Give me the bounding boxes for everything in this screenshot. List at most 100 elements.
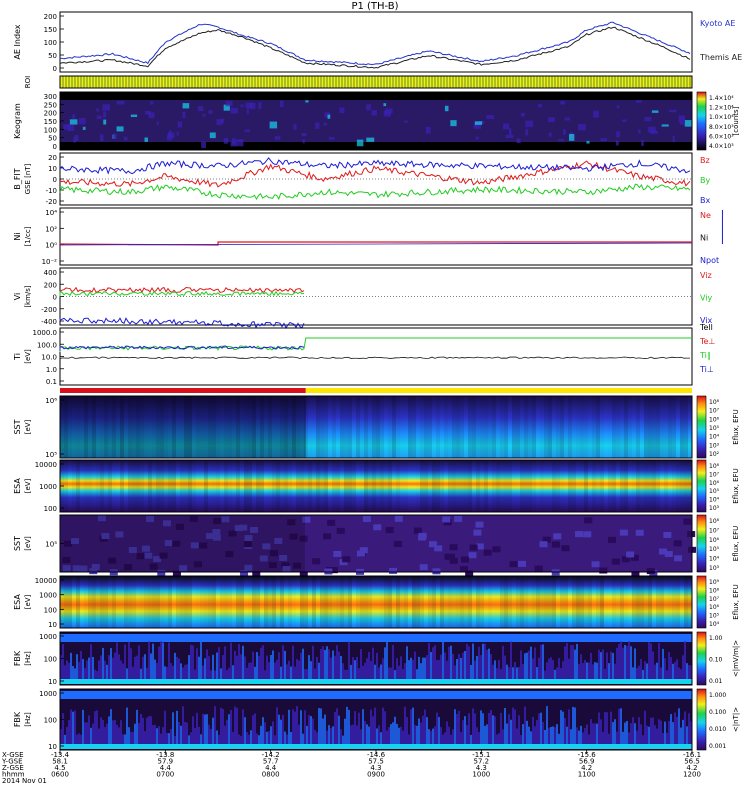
fbk-e-column [630, 646, 632, 681]
sst-i-column [144, 396, 148, 458]
sst-e-yunit: [eV] [24, 536, 32, 551]
themis-overview-plot: P1 (TH-B) AE Index 200 150 100 50 0 Kyoto AE The… [0, 0, 750, 800]
fbk-b-band-low [60, 744, 692, 749]
esa-i-column [228, 460, 232, 512]
fbk-e-column [406, 646, 408, 681]
keogram-ytick-label: 250 [44, 101, 57, 109]
fbk-e-column [574, 649, 576, 681]
fbk-b-column [490, 710, 492, 746]
sst-i-column [364, 396, 368, 458]
fbk-e-column [130, 648, 132, 681]
esa-e-column [580, 576, 584, 628]
sst-i-column [456, 396, 460, 458]
esa-i-column [424, 460, 428, 512]
sst-i-column [664, 396, 668, 458]
sst-e-cell [518, 560, 527, 567]
sst-i-column [136, 396, 140, 458]
fbk-b-column [426, 717, 428, 746]
keogram-cell [69, 119, 78, 125]
sst-i-column [256, 396, 260, 458]
esa-i-column [220, 460, 224, 512]
esa-e-column [416, 576, 420, 628]
sst-i-column [540, 396, 544, 458]
sst-i-column [416, 396, 420, 458]
fbk-b-column [300, 710, 302, 746]
ae-ytick-label: 150 [44, 26, 57, 34]
fbk-e-column [368, 651, 370, 681]
fbk-e-column [166, 666, 168, 681]
sst-i-column [380, 396, 384, 458]
sst-e-ytick-label: 10⁵ [45, 541, 57, 549]
fbk-e-column [444, 652, 446, 681]
fbk-b-column [114, 719, 116, 746]
keogram-cell [371, 110, 377, 116]
esa-i-column [376, 460, 380, 512]
sst-e-cell [454, 515, 463, 522]
esa-e-column [268, 576, 272, 628]
fbk-e-column [380, 664, 382, 681]
fbk-e-column [586, 662, 588, 681]
fbk-e-column [510, 641, 512, 681]
keogram-cell [72, 114, 76, 119]
fbk-b-column [314, 729, 316, 746]
esa-e-column [156, 576, 160, 628]
sst-i-column [124, 396, 128, 458]
esa-e-column [148, 576, 152, 628]
fbk-b-column [120, 720, 122, 746]
fbk-e-column [332, 650, 334, 681]
sst-i-column [668, 396, 672, 458]
fbk-b-column [336, 708, 338, 746]
keogram-cell [366, 137, 375, 142]
fbk-e-column [224, 646, 226, 681]
fbk-e-column [230, 642, 232, 681]
esa-i-ytick-label: 100 [44, 505, 57, 513]
fbk-e-column [460, 657, 462, 681]
esa-i-column [148, 460, 152, 512]
sst-e-cell [673, 540, 682, 547]
sst-i-column [204, 396, 208, 458]
esa-e-column [108, 576, 112, 628]
fbk-b-colorbar-label: <|nT|> [732, 707, 740, 732]
esa-e-column [228, 576, 232, 628]
esa-i-column [448, 460, 452, 512]
esa-e-column [548, 576, 552, 628]
fbk-b-column [468, 713, 470, 746]
esa-e-column [132, 576, 136, 628]
fbk-e-column [186, 664, 188, 681]
v-legend-0: Viz [700, 271, 712, 280]
fbk-e-column [132, 666, 134, 681]
esa-e-column [536, 576, 540, 628]
fbk-e-colorbar-tick: 1.00 [709, 635, 723, 642]
fbk-b-column [348, 709, 350, 746]
fbk-e-column [62, 644, 64, 681]
fbk-e-column [318, 662, 320, 681]
fbk-e-column [572, 645, 574, 681]
fbk-e-column [212, 654, 214, 681]
sst-i-column [488, 396, 492, 458]
sst-i-column [476, 396, 480, 458]
keogram-cell [537, 104, 542, 108]
fbk-e-column [240, 654, 242, 681]
ae-legend-themis: Themis AE [699, 53, 742, 62]
esa-i-column [384, 460, 388, 512]
sst-i-colorbar [696, 395, 707, 459]
fbk-b-column [478, 732, 480, 746]
fbk-e-column [64, 665, 66, 681]
fbk-e-column [588, 662, 590, 681]
esa-i-colorbar-tick: 10⁵ [709, 488, 720, 495]
sst-i-column [484, 396, 488, 458]
keogram-cell [622, 119, 627, 122]
fbk-b-column [290, 732, 292, 746]
sst-e-cell [389, 567, 398, 574]
keogram-cell [235, 139, 244, 147]
fbk-e-column [352, 657, 354, 681]
fbk-e-column [424, 657, 426, 681]
fbk-e-column [590, 652, 592, 681]
sst-e-ylabel: SST [13, 536, 22, 551]
esa-e-column [420, 576, 424, 628]
esa-e-column [656, 576, 660, 628]
fbk-b-column [190, 732, 192, 746]
esa-e-column [152, 576, 156, 628]
sst-e-cell [664, 551, 673, 558]
fbk-e-column [466, 643, 468, 681]
